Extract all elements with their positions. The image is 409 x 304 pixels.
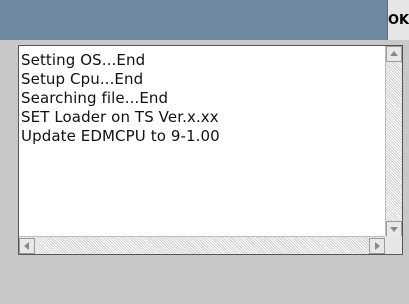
dialog-window: OK Setting OS...End Setup Cpu...End Sear… [0, 0, 409, 304]
log-line: Setup Cpu...End [21, 70, 144, 88]
triangle-left-icon [24, 242, 29, 250]
log-line: Update EDMCPU to 9-1.00 [21, 127, 220, 145]
log-text-area: Setting OS...End Setup Cpu...End Searchi… [21, 51, 381, 231]
log-listbox[interactable]: Setting OS...End Setup Cpu...End Searchi… [18, 45, 403, 255]
log-line: Searching file...End [21, 89, 169, 107]
triangle-up-icon [390, 51, 398, 56]
ok-button[interactable]: OK [387, 0, 409, 40]
scroll-left-button[interactable] [19, 238, 35, 254]
scrollbar-corner [385, 236, 402, 254]
log-line: SET Loader on TS Ver.x.xx [21, 108, 219, 126]
scroll-down-button[interactable] [386, 221, 402, 237]
title-bar: OK [0, 0, 409, 40]
scroll-up-button[interactable] [386, 46, 402, 62]
triangle-right-icon [375, 242, 380, 250]
triangle-down-icon [390, 227, 398, 232]
footer-panel [0, 262, 409, 304]
horizontal-scrollbar[interactable] [19, 236, 385, 254]
log-line: Setting OS...End [21, 51, 146, 69]
scroll-right-button[interactable] [369, 238, 385, 254]
vertical-scrollbar[interactable] [385, 46, 402, 237]
